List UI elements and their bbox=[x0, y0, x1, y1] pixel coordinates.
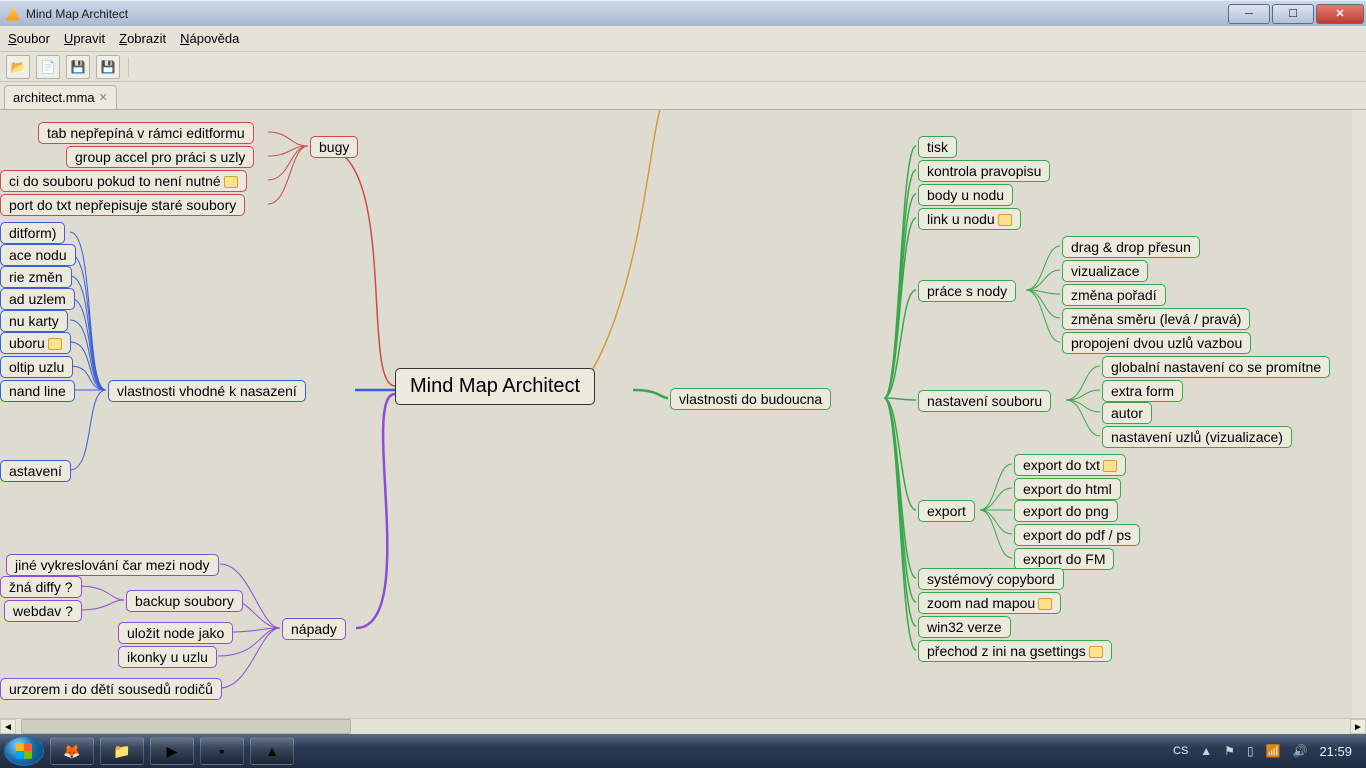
node-vlast[interactable]: vlastnosti vhodné k nasazení bbox=[108, 380, 306, 402]
node-f2[interactable]: kontrola pravopisu bbox=[918, 160, 1050, 182]
minimize-button[interactable]: ─ bbox=[1228, 4, 1270, 24]
node-f7[interactable]: win32 verze bbox=[918, 616, 1011, 638]
battery-icon[interactable]: ▯ bbox=[1247, 744, 1254, 758]
note-icon bbox=[48, 338, 62, 350]
task-terminal[interactable]: ▪ bbox=[200, 737, 244, 765]
scroll-thumb[interactable] bbox=[21, 719, 351, 734]
new-button[interactable]: 📄 bbox=[36, 55, 60, 79]
menu-file[interactable]: Soubor bbox=[8, 31, 50, 46]
node-f8[interactable]: přechod z ini na gsettings bbox=[918, 640, 1112, 662]
maximize-button[interactable]: ☐ bbox=[1272, 4, 1314, 24]
system-tray: CS ▲ ⚑ ▯ 📶 🔊 21:59 bbox=[1173, 744, 1362, 759]
note-icon bbox=[224, 176, 238, 188]
document-tab[interactable]: architect.mma ✕ bbox=[4, 85, 117, 109]
node-root[interactable]: Mind Map Architect bbox=[395, 368, 595, 405]
menu-view[interactable]: Zobrazit bbox=[119, 31, 166, 46]
node-v4[interactable]: ad uzlem bbox=[0, 288, 75, 310]
volume-icon[interactable]: 🔊 bbox=[1293, 744, 1308, 758]
node-n7[interactable]: urzorem i do dětí sousedů rodičů bbox=[0, 678, 222, 700]
menu-edit[interactable]: Upravit bbox=[64, 31, 105, 46]
node-future[interactable]: vlastnosti do budoucna bbox=[670, 388, 831, 410]
note-icon bbox=[1089, 646, 1103, 658]
titlebar: Mind Map Architect ─ ☐ ✕ bbox=[0, 0, 1366, 26]
node-p2[interactable]: vizualizace bbox=[1062, 260, 1148, 282]
scroll-right-icon[interactable]: ► bbox=[1350, 719, 1366, 734]
window-controls: ─ ☐ ✕ bbox=[1228, 4, 1366, 24]
task-app[interactable]: ▲ bbox=[250, 737, 294, 765]
window-title: Mind Map Architect bbox=[26, 7, 128, 21]
note-icon bbox=[1103, 460, 1117, 472]
node-n6[interactable]: ikonky u uzlu bbox=[118, 646, 217, 668]
app-icon bbox=[6, 7, 20, 21]
tabbar: architect.mma ✕ bbox=[0, 82, 1366, 110]
language-indicator[interactable]: CS bbox=[1173, 745, 1188, 757]
node-ns1[interactable]: globalní nastavení co se promítne bbox=[1102, 356, 1330, 378]
node-v7[interactable]: oltip uzlu bbox=[0, 356, 73, 378]
node-v9[interactable]: astavení bbox=[0, 460, 71, 482]
horizontal-scrollbar[interactable]: ◄ ► bbox=[0, 718, 1366, 734]
menu-help[interactable]: Nápověda bbox=[180, 31, 239, 46]
node-export[interactable]: export bbox=[918, 500, 975, 522]
node-e3[interactable]: export do png bbox=[1014, 500, 1118, 522]
vertical-scrollbar[interactable] bbox=[1352, 110, 1366, 718]
node-napady[interactable]: nápady bbox=[282, 618, 346, 640]
toolbar-separator bbox=[128, 57, 129, 77]
save-as-button[interactable]: 💾 bbox=[96, 55, 120, 79]
task-media[interactable]: ▶ bbox=[150, 737, 194, 765]
node-v5[interactable]: nu karty bbox=[0, 310, 68, 332]
scroll-left-icon[interactable]: ◄ bbox=[0, 719, 16, 734]
node-f3[interactable]: body u nodu bbox=[918, 184, 1013, 206]
node-p1[interactable]: drag & drop přesun bbox=[1062, 236, 1200, 258]
tab-close-icon[interactable]: ✕ bbox=[99, 91, 108, 104]
note-icon bbox=[1038, 598, 1052, 610]
wifi-icon[interactable]: 📶 bbox=[1266, 744, 1281, 758]
node-n1[interactable]: jiné vykreslování čar mezi nody bbox=[6, 554, 219, 576]
node-f4[interactable]: link u nodu bbox=[918, 208, 1021, 230]
node-e5[interactable]: export do FM bbox=[1014, 548, 1114, 570]
toolbar: 📂 📄 💾 💾 bbox=[0, 52, 1366, 82]
node-n5[interactable]: uložit node jako bbox=[118, 622, 233, 644]
node-v3[interactable]: rie změn bbox=[0, 266, 72, 288]
tab-label: architect.mma bbox=[13, 90, 95, 105]
node-bugy[interactable]: bugy bbox=[310, 136, 358, 158]
node-n2[interactable]: žná diffy ? bbox=[0, 576, 82, 598]
node-f6[interactable]: zoom nad mapou bbox=[918, 592, 1061, 614]
node-bug2[interactable]: group accel pro práci s uzly bbox=[66, 146, 254, 168]
node-v8[interactable]: nand line bbox=[0, 380, 75, 402]
mindmap-canvas[interactable]: Mind Map Architect bugy tab nepřepíná v … bbox=[0, 110, 1366, 750]
taskbar: 🦊 📁 ▶ ▪ ▲ CS ▲ ⚑ ▯ 📶 🔊 21:59 bbox=[0, 734, 1366, 768]
node-p4[interactable]: změna směru (levá / pravá) bbox=[1062, 308, 1250, 330]
node-v1[interactable]: ditform) bbox=[0, 222, 65, 244]
node-f1[interactable]: tisk bbox=[918, 136, 957, 158]
save-button[interactable]: 💾 bbox=[66, 55, 90, 79]
tray-up-icon[interactable]: ▲ bbox=[1200, 744, 1212, 758]
node-bug4[interactable]: port do txt nepřepisuje staré soubory bbox=[0, 194, 245, 216]
clock[interactable]: 21:59 bbox=[1319, 744, 1352, 759]
node-bug3[interactable]: ci do souboru pokud to není nutné bbox=[0, 170, 247, 192]
close-button[interactable]: ✕ bbox=[1316, 4, 1364, 24]
node-ns2[interactable]: extra form bbox=[1102, 380, 1183, 402]
node-v6[interactable]: uboru bbox=[0, 332, 71, 354]
node-e1[interactable]: export do txt bbox=[1014, 454, 1126, 476]
node-ns4[interactable]: nastavení uzlů (vizualizace) bbox=[1102, 426, 1292, 448]
node-n3[interactable]: webdav ? bbox=[4, 600, 82, 622]
start-button[interactable] bbox=[4, 736, 44, 766]
node-e2[interactable]: export do html bbox=[1014, 478, 1121, 500]
note-icon bbox=[998, 214, 1012, 226]
open-button[interactable]: 📂 bbox=[6, 55, 30, 79]
menubar: Soubor Upravit Zobrazit Nápověda bbox=[0, 26, 1366, 52]
node-nast[interactable]: nastavení souboru bbox=[918, 390, 1051, 412]
node-prace[interactable]: práce s nody bbox=[918, 280, 1016, 302]
node-e4[interactable]: export do pdf / ps bbox=[1014, 524, 1140, 546]
node-f5[interactable]: systémový copybord bbox=[918, 568, 1064, 590]
node-p5[interactable]: propojení dvou uzlů vazbou bbox=[1062, 332, 1251, 354]
task-firefox[interactable]: 🦊 bbox=[50, 737, 94, 765]
node-v2[interactable]: ace nodu bbox=[0, 244, 76, 266]
node-n4[interactable]: backup soubory bbox=[126, 590, 243, 612]
task-explorer[interactable]: 📁 bbox=[100, 737, 144, 765]
node-p3[interactable]: změna pořadí bbox=[1062, 284, 1166, 306]
node-ns3[interactable]: autor bbox=[1102, 402, 1152, 424]
flag-icon[interactable]: ⚑ bbox=[1224, 744, 1235, 758]
node-bug1[interactable]: tab nepřepíná v rámci editformu bbox=[38, 122, 254, 144]
